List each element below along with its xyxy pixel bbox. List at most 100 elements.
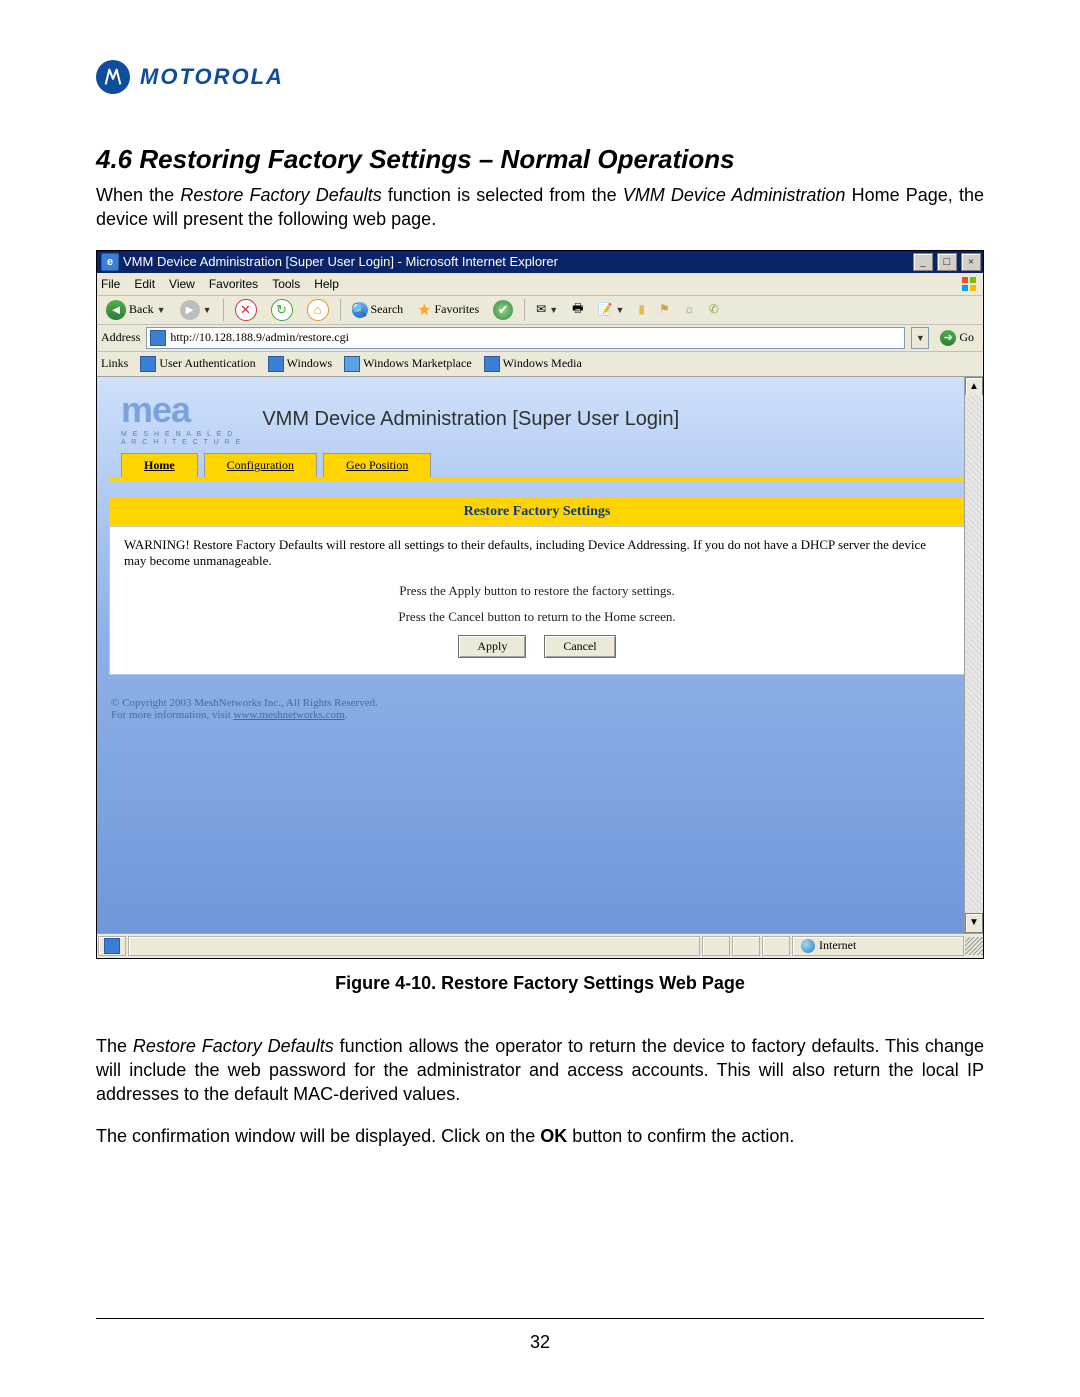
- text-italic: Restore Factory Defaults: [180, 185, 381, 205]
- toolbar: ◄ Back ▼ ► ▼ ✕ ↻ ⌂ 🔍Search ★Favorites ✔ …: [97, 296, 983, 325]
- brand-header: MOTOROLA: [96, 60, 984, 94]
- page-icon: [484, 356, 500, 372]
- link-media[interactable]: Windows Media: [484, 356, 582, 372]
- url-text: http://10.128.188.9/admin/restore.cgi: [170, 330, 349, 345]
- menu-file[interactable]: File: [101, 277, 120, 291]
- toolbar-extra-4[interactable]: ✆: [704, 299, 724, 320]
- cancel-button[interactable]: Cancel: [544, 635, 615, 658]
- home-button[interactable]: ⌂: [302, 296, 334, 324]
- footer-copyright: © Copyright 2003 MeshNetworks Inc., All …: [111, 697, 983, 721]
- toolbar-extra-1[interactable]: ▮: [633, 299, 650, 320]
- minimize-button[interactable]: _: [913, 253, 933, 271]
- text: .: [345, 709, 348, 721]
- research-icon: ☼: [684, 302, 695, 317]
- menu-edit[interactable]: Edit: [134, 277, 155, 291]
- toolbar-extra-2[interactable]: ⚑: [654, 299, 675, 320]
- copyright-text: © Copyright 2003 MeshNetworks Inc., All …: [111, 697, 983, 709]
- text: For more information, visit: [111, 709, 234, 721]
- page-icon: [344, 356, 360, 372]
- motorola-logo-icon: [96, 60, 130, 94]
- scroll-up-icon[interactable]: ▲: [965, 377, 983, 397]
- meshnetworks-link[interactable]: www.meshnetworks.com: [234, 709, 345, 721]
- link-windows[interactable]: Windows: [268, 356, 333, 372]
- window-titlebar: e VMM Device Administration [Super User …: [97, 251, 983, 273]
- back-label: Back: [129, 302, 154, 317]
- address-label: Address: [101, 330, 140, 345]
- globe-icon: [801, 939, 815, 953]
- refresh-button[interactable]: ↻: [266, 296, 298, 324]
- address-field[interactable]: http://10.128.188.9/admin/restore.cgi: [146, 327, 905, 349]
- zone-label: Internet: [819, 938, 856, 953]
- back-arrow-icon: ◄: [106, 300, 126, 320]
- search-icon: 🔍: [352, 302, 368, 318]
- tab-configuration[interactable]: Configuration: [204, 453, 317, 477]
- mea-tagline-1: M E S H E N A B L E D: [121, 431, 242, 439]
- vertical-scrollbar[interactable]: ▲ ▼: [964, 377, 983, 933]
- back-button[interactable]: ◄ Back ▼: [101, 297, 171, 323]
- tab-strip: [109, 477, 971, 481]
- toolbar-extra-3[interactable]: ☼: [679, 299, 700, 320]
- web-page-title: VMM Device Administration [Super User Lo…: [262, 408, 679, 431]
- discuss-icon: ⚑: [659, 302, 670, 317]
- status-pane-main: [128, 936, 700, 956]
- mea-tagline-2: A R C H I T E C T U R E: [121, 439, 242, 447]
- favorites-label: Favorites: [435, 302, 480, 317]
- link-marketplace[interactable]: Windows Marketplace: [344, 356, 471, 372]
- mail-button[interactable]: ✉▼: [531, 299, 563, 320]
- status-pane-page-icon: [98, 936, 126, 956]
- page-icon: [104, 938, 120, 954]
- more-info-line: For more information, visit www.meshnetw…: [111, 709, 983, 721]
- mea-logo: mea M E S H E N A B L E D A R C H I T E …: [121, 389, 242, 448]
- chevron-down-icon: ▼: [615, 305, 624, 315]
- tab-home[interactable]: Home: [121, 453, 198, 477]
- apply-button[interactable]: Apply: [458, 635, 526, 658]
- stop-button[interactable]: ✕: [230, 296, 262, 324]
- tab-label: Configuration: [227, 458, 294, 472]
- brand-name: MOTOROLA: [140, 64, 284, 90]
- panel-title: Restore Factory Settings: [110, 498, 964, 527]
- nav-tabs: Home Configuration Geo Position: [121, 453, 971, 477]
- link-user-auth[interactable]: User Authentication: [140, 356, 255, 372]
- address-dropdown[interactable]: ▼: [911, 327, 929, 349]
- refresh-icon: ↻: [271, 299, 293, 321]
- figure-caption: Figure 4-10. Restore Factory Settings We…: [96, 973, 984, 994]
- history-button[interactable]: ✔: [488, 297, 518, 323]
- menu-help[interactable]: Help: [314, 277, 339, 291]
- link-label: Windows Media: [503, 356, 582, 371]
- page-icon: [150, 330, 166, 346]
- section-heading: 4.6 Restoring Factory Settings – Normal …: [96, 144, 984, 175]
- resize-grip-icon[interactable]: [965, 937, 983, 955]
- tab-geo-position[interactable]: Geo Position: [323, 453, 431, 477]
- link-label: Windows Marketplace: [363, 356, 471, 371]
- print-button[interactable]: 🖶: [567, 296, 588, 323]
- footer-rule: [96, 1318, 984, 1319]
- go-label: Go: [959, 330, 974, 345]
- chevron-down-icon: ▼: [203, 305, 212, 315]
- intro-paragraph: When the Restore Factory Defaults functi…: [96, 183, 984, 232]
- edit-button[interactable]: 📝▼: [592, 299, 629, 320]
- chevron-down-icon: ▼: [157, 305, 166, 315]
- scroll-track[interactable]: [965, 395, 983, 915]
- content-panel: Restore Factory Settings WARNING! Restor…: [109, 497, 965, 675]
- menubar: File Edit View Favorites Tools Help: [97, 273, 983, 296]
- forward-button[interactable]: ► ▼: [175, 297, 217, 323]
- paragraph-2: The Restore Factory Defaults function al…: [96, 1034, 984, 1107]
- search-button[interactable]: 🔍Search: [347, 299, 409, 321]
- web-header: mea M E S H E N A B L E D A R C H I T E …: [97, 377, 983, 454]
- maximize-button[interactable]: □: [937, 253, 957, 271]
- mail-icon: ✉: [536, 302, 546, 317]
- scroll-down-icon[interactable]: ▼: [965, 913, 983, 933]
- menu-view[interactable]: View: [169, 277, 195, 291]
- favorites-button[interactable]: ★Favorites: [412, 297, 484, 323]
- go-button[interactable]: ➔Go: [935, 327, 979, 349]
- address-bar: Address http://10.128.188.9/admin/restor…: [97, 325, 983, 352]
- text: button to confirm the action.: [567, 1126, 794, 1146]
- ie-icon: e: [101, 253, 119, 271]
- links-bar: Links User Authentication Windows Window…: [97, 352, 983, 377]
- tab-label: Geo Position: [346, 458, 408, 472]
- close-button[interactable]: ×: [961, 253, 981, 271]
- text-italic: VMM Device Administration: [623, 185, 846, 205]
- menu-tools[interactable]: Tools: [272, 277, 300, 291]
- menu-favorites[interactable]: Favorites: [209, 277, 258, 291]
- status-pane-2: [732, 936, 760, 956]
